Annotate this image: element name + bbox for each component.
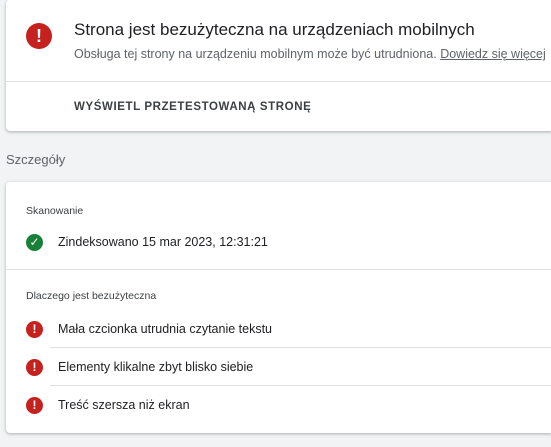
details-card: Skanowanie ✓ Zindeksowano 15 mar 2023, 1… <box>6 182 551 433</box>
problem-item-text: Elementy klikalne zbyt blisko siebie <box>58 360 254 374</box>
problem-item-text: Mała czcionka utrudnia czytanie tekstu <box>58 322 272 336</box>
summary-subtitle-text: Obsługa tej strony na urządzeniu mobilny… <box>74 47 437 61</box>
mobile-usability-report: ! Strona jest bezużyteczna na urządzenia… <box>0 0 551 447</box>
summary-card: ! Strona jest bezużyteczna na urządzenia… <box>6 0 551 131</box>
details-heading: Szczegóły <box>6 152 66 167</box>
error-icon: ! <box>26 359 43 376</box>
row-divider <box>50 347 551 348</box>
learn-more-link[interactable]: Dowiedz się więcej <box>440 47 546 61</box>
problem-item[interactable]: ! Elementy klikalne zbyt blisko siebie <box>26 350 551 386</box>
error-icon: ! <box>26 321 43 338</box>
problem-item[interactable]: ! Treść szersza niż ekran <box>26 388 551 424</box>
problem-item[interactable]: ! Mała czcionka utrudnia czytanie tekstu <box>26 312 551 348</box>
summary-divider <box>6 81 551 82</box>
view-tested-page-button[interactable]: WYŚWIETL PRZETESTOWANĄ STRONĘ <box>66 92 319 122</box>
problem-item-text: Treść szersza niż ekran <box>58 398 190 412</box>
summary-subtitle: Obsługa tej strony na urządzeniu mobilny… <box>74 47 546 61</box>
summary-title: Strona jest bezużyteczna na urządzeniach… <box>74 20 475 39</box>
row-divider <box>50 385 551 386</box>
section-divider <box>6 269 551 270</box>
error-icon: ! <box>26 23 52 49</box>
crawl-text: Zindeksowano 15 mar 2023, 12:31:21 <box>58 235 268 249</box>
error-icon: ! <box>26 397 43 414</box>
crawl-section-label: Skanowanie <box>26 205 84 217</box>
check-circle-icon: ✓ <box>26 234 43 251</box>
crawl-row: ✓ Zindeksowano 15 mar 2023, 12:31:21 <box>26 225 551 261</box>
problems-section-label: Dlaczego jest bezużyteczna <box>26 290 157 302</box>
